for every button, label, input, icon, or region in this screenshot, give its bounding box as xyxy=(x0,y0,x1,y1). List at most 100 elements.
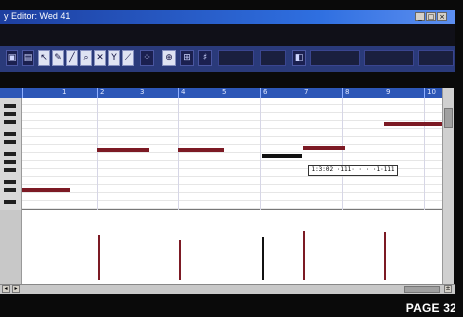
grid-row-line xyxy=(22,112,442,113)
controller-lane-header[interactable] xyxy=(0,210,22,284)
black-key[interactable] xyxy=(4,152,16,156)
zoom-icon[interactable]: ⌕ xyxy=(80,50,92,66)
value-display[interactable] xyxy=(260,50,286,66)
page-number-label: PAGE 32 xyxy=(405,301,457,315)
black-key[interactable] xyxy=(4,132,16,136)
ruler-marker: 3 xyxy=(140,88,145,96)
step-icon[interactable]: ♯ xyxy=(198,50,212,66)
window-title: y Editor: Wed 41 xyxy=(4,11,71,21)
line-icon[interactable]: ╱ xyxy=(66,50,78,66)
position-tooltip: 1:3:02 ·111· · · ·1·111 xyxy=(308,165,398,176)
ruler-tick xyxy=(424,88,425,98)
black-key[interactable] xyxy=(4,188,16,192)
ruler-marker: 10 xyxy=(427,88,436,96)
color-field[interactable] xyxy=(418,50,454,66)
black-key[interactable] xyxy=(4,120,16,124)
ruler-marker: 5 xyxy=(222,88,227,96)
ruler-marker: 4 xyxy=(181,88,186,96)
ruler-tick xyxy=(260,88,261,98)
erase-icon[interactable]: ✕ xyxy=(94,50,106,66)
quantize-field[interactable] xyxy=(310,50,360,66)
grid-icon[interactable]: ⊞ xyxy=(180,50,194,66)
position-display[interactable] xyxy=(218,50,254,66)
mute-icon[interactable]: Y xyxy=(108,50,120,66)
velocity-bar[interactable] xyxy=(384,232,386,280)
split-icon[interactable]: ⟋ xyxy=(122,50,134,66)
horizontal-scroll-thumb[interactable] xyxy=(404,286,440,293)
ruler-marker: 8 xyxy=(345,88,350,96)
grid-row-line xyxy=(22,120,442,121)
grid-row-line xyxy=(22,136,442,137)
midi-note[interactable] xyxy=(303,146,345,150)
grid-row-line xyxy=(22,200,442,201)
ruler-marker: 7 xyxy=(304,88,309,96)
ruler-tick xyxy=(342,88,343,98)
black-key[interactable] xyxy=(4,180,16,184)
screenshot-page: y Editor: Wed 41 _ □ × ▣ ▤ ↖ ✎ ╱ ⌕ ✕ Y ⟋… xyxy=(0,0,463,317)
window-controls: _ □ × xyxy=(415,12,447,21)
black-key[interactable] xyxy=(4,112,16,116)
grid-row-line xyxy=(22,160,442,161)
black-key[interactable] xyxy=(4,168,16,172)
timeline-ruler[interactable]: 1 2 3 4 5 6 7 8 9 10 xyxy=(0,88,442,98)
midi-note[interactable] xyxy=(22,188,70,192)
list-icon[interactable]: ▤ xyxy=(22,50,34,66)
ruler-tick xyxy=(178,88,179,98)
pencil-icon[interactable]: ✎ xyxy=(52,50,64,66)
velocity-bar[interactable] xyxy=(262,236,264,280)
grid-row-line xyxy=(22,192,442,193)
scroll-right-icon[interactable]: ▸ xyxy=(12,285,20,293)
ruler-marker: 1 xyxy=(62,88,67,96)
velocity-bar[interactable] xyxy=(179,239,181,280)
selected-midi-note[interactable] xyxy=(262,154,302,158)
black-key[interactable] xyxy=(4,160,16,164)
solo-icon[interactable]: ▣ xyxy=(6,50,18,66)
color-icon[interactable]: ◧ xyxy=(292,50,306,66)
grid-bar-line xyxy=(178,98,179,210)
midi-note[interactable] xyxy=(384,122,442,126)
grid-row-line xyxy=(22,144,442,145)
grid-row-line xyxy=(22,184,442,185)
ruler-marker: 6 xyxy=(263,88,268,96)
grid-bar-line xyxy=(424,98,425,210)
ruler-marker: 2 xyxy=(100,88,105,96)
grid-row-line xyxy=(22,176,442,177)
arrow-icon[interactable]: ↖ xyxy=(38,50,50,66)
quantize-icon[interactable]: ⁘ xyxy=(140,50,154,66)
zoom-control-icon[interactable]: ± xyxy=(444,285,452,293)
scroll-left-icon[interactable]: ◂ xyxy=(2,285,10,293)
piano-keyboard[interactable] xyxy=(0,98,22,210)
black-key[interactable] xyxy=(4,200,16,204)
note-grid[interactable] xyxy=(22,98,442,210)
page-footer: PAGE 32 xyxy=(0,300,463,317)
grid-row-line xyxy=(22,104,442,105)
black-key[interactable] xyxy=(4,140,16,144)
photo-border-top xyxy=(0,0,463,10)
grid-row-line xyxy=(22,208,442,209)
velocity-bar[interactable] xyxy=(303,230,305,280)
length-field[interactable] xyxy=(364,50,414,66)
black-key[interactable] xyxy=(4,104,16,108)
snap-icon[interactable]: ⊕ xyxy=(162,50,176,66)
toolbar: ▣ ▤ ↖ ✎ ╱ ⌕ ✕ Y ⟋ ⁘ ⊕ ⊞ ♯ ◧ xyxy=(0,24,455,72)
window-titlebar[interactable]: y Editor: Wed 41 _ □ × xyxy=(0,10,455,24)
ruler-tick xyxy=(97,88,98,98)
vertical-scrollbar[interactable] xyxy=(442,88,454,284)
grid-row-line xyxy=(22,128,442,129)
horizontal-scrollbar[interactable]: ◂ ▸ ± xyxy=(0,284,455,294)
velocity-bar[interactable] xyxy=(98,235,100,280)
midi-note[interactable] xyxy=(178,148,224,152)
ruler-marker: 9 xyxy=(386,88,391,96)
vertical-scroll-thumb[interactable] xyxy=(444,108,453,128)
maximize-button[interactable]: □ xyxy=(426,12,436,21)
grid-bar-line xyxy=(260,98,261,210)
midi-note[interactable] xyxy=(97,148,149,152)
grid-bar-line xyxy=(342,98,343,210)
ruler-tick xyxy=(22,88,23,98)
photo-border-right xyxy=(455,0,463,317)
minimize-button[interactable]: _ xyxy=(415,12,425,21)
close-button[interactable]: × xyxy=(437,12,447,21)
grid-row-line xyxy=(22,152,442,153)
grid-bar-line xyxy=(97,98,98,210)
velocity-lane[interactable] xyxy=(22,210,442,284)
